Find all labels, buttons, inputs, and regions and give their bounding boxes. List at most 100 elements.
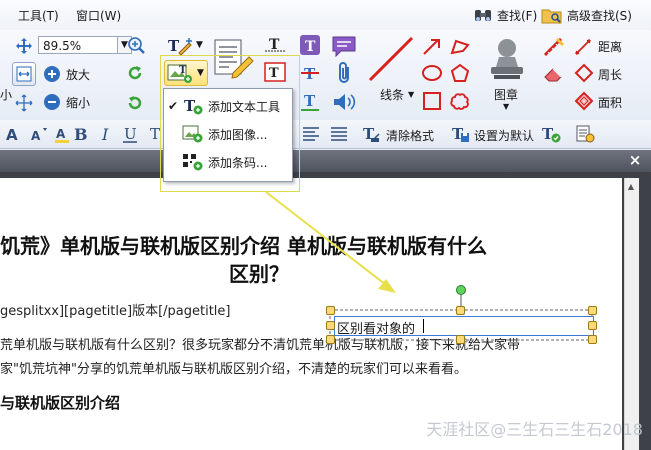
scroll-up-icon[interactable]: ▲ xyxy=(626,182,636,192)
font-size-decrease-icon[interactable]: A xyxy=(28,123,48,145)
fit-page-icon[interactable] xyxy=(13,92,35,114)
lines-label[interactable]: 线条 xyxy=(380,86,404,103)
menu-tools[interactable]: 工具(T) xyxy=(18,7,59,24)
eraser-icon[interactable] xyxy=(542,62,566,84)
text-check-icon[interactable]: T xyxy=(540,123,562,145)
distance-tool-icon[interactable] xyxy=(542,36,566,58)
article-section-heading: 与联机版区别介绍 xyxy=(0,394,121,412)
svg-text:T: T xyxy=(304,92,316,110)
menu-item-add-image[interactable]: 添加图像... xyxy=(164,121,292,147)
comment-note-icon[interactable] xyxy=(330,34,358,58)
find-button[interactable]: 查找(F) xyxy=(473,4,537,26)
bold-icon[interactable]: B xyxy=(70,123,90,145)
advanced-find-label: 高级查找(S) xyxy=(567,8,632,23)
article-title-line1: 饥荒》单机版与联机版区别介绍 单机版与联机版有什么 xyxy=(0,234,487,258)
area-icon[interactable] xyxy=(572,90,596,112)
polyline-tool-icon[interactable] xyxy=(448,36,472,58)
resize-handle-top[interactable] xyxy=(456,306,465,315)
left-cut-label: 小 xyxy=(0,88,13,102)
text-annotation-value: 区别看对象的 xyxy=(337,322,416,337)
arrow-tool-icon[interactable] xyxy=(420,36,444,58)
font-size-increase-icon[interactable]: A xyxy=(4,123,24,145)
article-paragraph-line2: 家"饥荒坑神"分享的饥荒单机版与联机版区别介绍，不清楚的玩家们可以来看看。 xyxy=(0,362,467,377)
zoom-out-label[interactable]: 缩小 xyxy=(66,94,90,111)
resize-handle-bottom-right[interactable] xyxy=(588,335,597,344)
perimeter-icon[interactable] xyxy=(572,62,596,84)
find-label: 查找(F) xyxy=(497,8,538,23)
zoom-in-label[interactable]: 放大 xyxy=(66,66,90,83)
area-label[interactable]: 面积 xyxy=(598,94,622,111)
checkmark-icon: ✔ xyxy=(167,99,179,113)
resize-handle-right[interactable] xyxy=(588,321,597,330)
attachment-icon[interactable] xyxy=(332,60,356,86)
rectangle-tool-icon[interactable] xyxy=(420,90,444,112)
fit-width-icon xyxy=(14,64,34,84)
zoom-magnifier-icon[interactable] xyxy=(126,36,148,56)
typewriter-text-icon[interactable]: T xyxy=(298,34,322,56)
menu-window[interactable]: 窗口(W) xyxy=(76,7,121,24)
svg-text:T: T xyxy=(305,39,316,55)
add-barcode-icon xyxy=(183,154,203,171)
cloud-tool-icon[interactable] xyxy=(448,90,472,112)
resize-handle-top-left[interactable] xyxy=(326,306,335,315)
menu-item-label: 添加图像... xyxy=(208,127,268,142)
rotate-counterclockwise-icon[interactable] xyxy=(124,92,146,114)
resize-handle-bottom[interactable] xyxy=(456,335,465,344)
underline-text-icon[interactable]: T xyxy=(298,90,322,112)
align-justify-icon[interactable] xyxy=(328,123,350,145)
menu-bar: 工具(T) 窗口(W) 查找(F) 高级查找(S) xyxy=(0,0,651,31)
zoom-input[interactable]: 89.5% xyxy=(38,36,118,54)
resize-handle-left[interactable] xyxy=(326,321,335,330)
add-text-icon: T xyxy=(184,97,203,115)
zoom-out-icon[interactable] xyxy=(42,92,62,112)
ellipse-tool-icon[interactable] xyxy=(420,62,444,84)
stamp-label[interactable]: 图章 xyxy=(494,86,518,103)
distance-measure-icon[interactable] xyxy=(572,36,596,58)
yellow-pointer-arrow xyxy=(265,191,396,293)
text-field-tool-icon[interactable]: T xyxy=(262,34,288,56)
align-left-icon[interactable] xyxy=(300,123,322,145)
document-tab-bar xyxy=(0,150,651,172)
binoculars-icon xyxy=(475,10,491,21)
vertical-scrollbar[interactable] xyxy=(624,178,639,450)
perimeter-label[interactable]: 周长 xyxy=(598,66,622,83)
properties-icon[interactable] xyxy=(574,123,596,145)
polygon-tool-icon[interactable] xyxy=(448,62,472,84)
resize-handle-bottom-left[interactable] xyxy=(326,335,335,344)
line-tool-icon[interactable] xyxy=(366,34,416,84)
italic-icon[interactable]: I xyxy=(96,123,116,145)
sound-icon[interactable] xyxy=(330,90,358,114)
font-color-icon[interactable]: A xyxy=(52,123,72,145)
edit-tool-dropdown-icon[interactable]: ▼ xyxy=(196,40,203,50)
underline-icon[interactable]: U xyxy=(120,123,140,145)
stamp-icon[interactable] xyxy=(484,34,530,82)
close-document-icon[interactable]: × xyxy=(627,152,643,168)
menu-item-add-barcode[interactable]: 添加条码... xyxy=(164,149,292,175)
set-default-icon[interactable]: T xyxy=(450,123,472,145)
svg-text:T: T xyxy=(168,37,180,55)
strikethrough-text-icon[interactable]: T xyxy=(298,62,322,84)
rotate-clockwise-icon[interactable] xyxy=(124,62,146,84)
svg-text:B: B xyxy=(74,125,88,144)
menu-item-add-text-tool[interactable]: ✔ T 添加文本工具 xyxy=(164,93,292,119)
svg-text:U: U xyxy=(124,125,137,143)
rotate-handle[interactable] xyxy=(456,285,466,295)
watermark-text: 天涯社区@三生石三生石2018 xyxy=(426,420,643,439)
clear-format-label[interactable]: 清除格式 xyxy=(386,127,434,144)
stamp-dropdown-icon[interactable]: ▼ xyxy=(503,102,509,111)
svg-text:A: A xyxy=(6,126,18,144)
move-icon[interactable] xyxy=(14,36,34,56)
lines-dropdown-icon[interactable]: ▼ xyxy=(408,90,414,99)
distance-label[interactable]: 距离 xyxy=(598,38,622,55)
add-image-icon xyxy=(182,125,203,143)
svg-text:I: I xyxy=(101,125,109,144)
menu-item-label: 添加文本工具 xyxy=(208,99,281,114)
set-default-label[interactable]: 设置为默认 xyxy=(474,127,534,144)
text-cursor xyxy=(423,319,424,333)
resize-handle-top-right[interactable] xyxy=(588,306,597,315)
zoom-in-icon[interactable] xyxy=(42,64,62,84)
svg-text:A: A xyxy=(31,129,41,143)
clear-format-icon[interactable]: T xyxy=(360,123,382,145)
advanced-find-button[interactable]: 高级查找(S) xyxy=(541,4,632,26)
text-annotation-input[interactable]: 区别看对象的 xyxy=(334,316,594,337)
